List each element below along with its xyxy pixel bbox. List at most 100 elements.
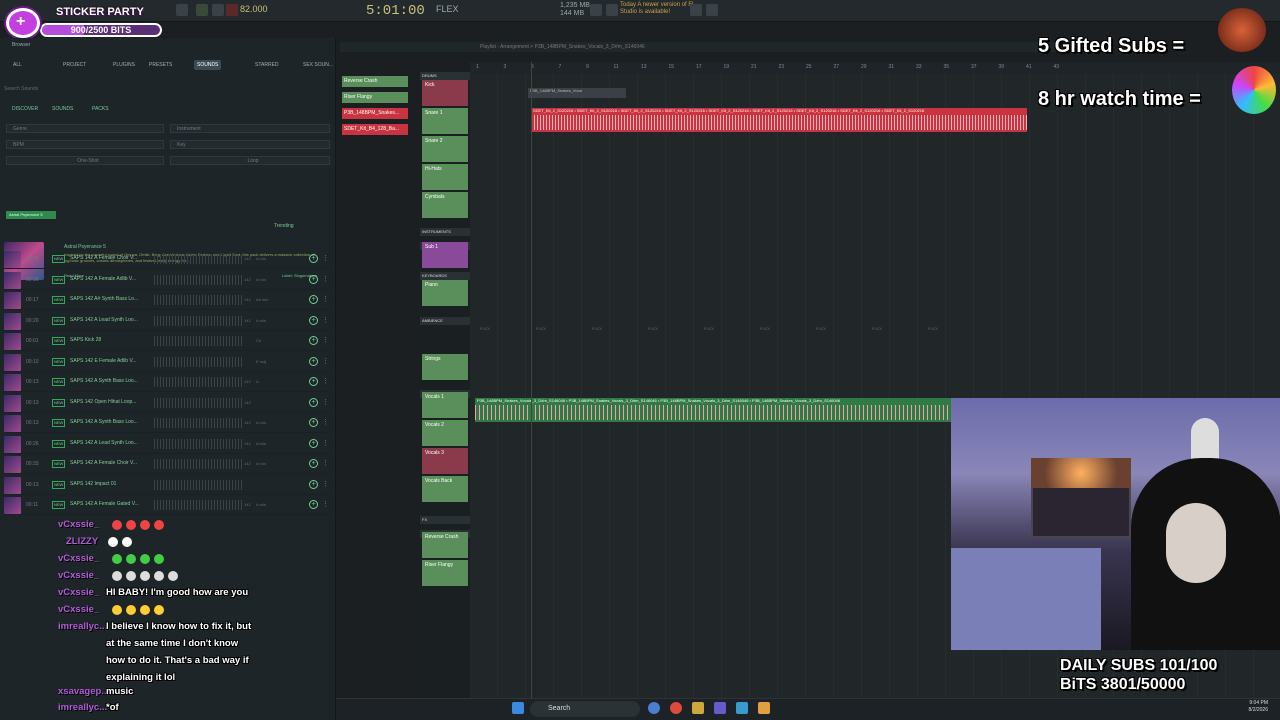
sample-name[interactable]: SAPS 142 Open Hihat Loop...	[70, 399, 136, 405]
add-sample-icon[interactable]: +	[309, 418, 318, 427]
add-sample-icon[interactable]: +	[309, 397, 318, 407]
browser-tab-plugins[interactable]: PLUGINS	[110, 60, 138, 70]
mixer-icon[interactable]	[606, 4, 618, 16]
track-cymbals[interactable]: Cymbals	[422, 192, 468, 218]
add-sample-icon[interactable]: +	[309, 356, 318, 366]
pattern-clip-small[interactable]: P3B_148BPM_Snakes_Voca	[528, 88, 626, 98]
sample-name[interactable]: SAPS 142 Impact 01	[70, 481, 116, 487]
browser-tab-sexsoun[interactable]: SEX SOUN...	[300, 60, 336, 70]
pattern-item[interactable]: P3B_148BPM_Snakes...	[342, 108, 408, 119]
sample-row[interactable]: 00:20 NEW SAPS 142 A Lead Synth Loo... 142 A…	[4, 312, 332, 331]
filter-genre[interactable]: Genre	[6, 124, 164, 133]
more-options-icon[interactable]: ⋮	[322, 439, 329, 447]
track-strings[interactable]: Strings	[422, 354, 468, 380]
browser-tab-presets[interactable]: PRESETS	[146, 60, 175, 70]
more-options-icon[interactable]: ⋮	[322, 295, 329, 303]
more-options-icon[interactable]: ⋮	[322, 480, 329, 488]
track-group-header[interactable]: INSTRUMENTS	[420, 228, 470, 236]
track-snare-1[interactable]: Snare 1	[422, 108, 468, 134]
stop-button[interactable]	[212, 4, 224, 16]
more-options-icon[interactable]: ⋮	[322, 418, 329, 426]
add-sample-icon[interactable]: +	[309, 377, 318, 386]
track-sub-1[interactable]: Sub 1	[422, 242, 468, 268]
download-icon[interactable]	[706, 4, 718, 16]
sample-waveform[interactable]	[154, 295, 244, 305]
tempo-display[interactable]: 82.000	[240, 4, 268, 14]
sample-waveform[interactable]	[154, 459, 244, 469]
pattern-song-toggle[interactable]	[176, 4, 188, 16]
sample-name[interactable]: SAPS 142 A Female Adlib V...	[70, 276, 136, 282]
track-group-header[interactable]: FX	[420, 516, 470, 524]
discord-icon[interactable]	[714, 702, 726, 714]
pattern-item[interactable]: Riser Flangy	[342, 92, 408, 103]
drum-kit-clip[interactable]: SDET_Kit_2_S120216 • SDET_Kit_2_S120216 …	[531, 108, 1027, 132]
vocal-clip[interactable]: P3B_148BPM_Snakes_Vocals_3_D#m_S146046 •…	[475, 398, 951, 422]
news-text[interactable]: Today A newer version of FL Studio is av…	[620, 2, 700, 16]
browser-tab-all[interactable]: ALL	[10, 60, 25, 70]
sample-name[interactable]: SAPS 142 A Female Choir V...	[70, 460, 137, 466]
sample-name[interactable]: SAPS 142 A Lead Synth Loo...	[70, 317, 138, 323]
trending-sort[interactable]: Trending	[274, 223, 294, 229]
more-options-icon[interactable]: ⋮	[322, 377, 329, 385]
windows-start-icon[interactable]	[512, 702, 524, 714]
pattern-item[interactable]: SDET_Kit_B4_128_Ba...	[342, 124, 408, 135]
folder-icon[interactable]	[692, 702, 704, 714]
sample-row[interactable]: 00:33 NEW SAPS 142 A Female Choir V... 142 A…	[4, 250, 332, 269]
track-hi-hats[interactable]: Hi-Hats	[422, 164, 468, 190]
sample-row[interactable]: 00:13 NEW SAPS 142 A Synth Bass Loo... 142 A…	[4, 373, 332, 392]
playhead[interactable]	[531, 62, 532, 720]
sample-waveform[interactable]	[154, 438, 244, 449]
more-options-icon[interactable]: ⋮	[322, 336, 329, 344]
add-sample-icon[interactable]: +	[309, 500, 318, 509]
sample-waveform[interactable]	[154, 500, 244, 510]
snap-selector[interactable]: FLEX	[436, 4, 459, 14]
sample-waveform[interactable]	[154, 336, 244, 346]
sample-waveform[interactable]	[154, 479, 244, 490]
add-sample-icon[interactable]: +	[309, 438, 318, 448]
sample-name[interactable]: SAPS 142 A Female Gated V...	[70, 501, 139, 507]
sample-row[interactable]: 00:13 NEW SAPS 142 Impact 01 + ⋮	[4, 476, 332, 495]
subtab-discover[interactable]: DISCOVER	[12, 106, 38, 112]
more-options-icon[interactable]: ⋮	[322, 357, 329, 365]
sample-name[interactable]: SAPS 142 A Female Choir V...	[70, 255, 137, 261]
sample-waveform[interactable]	[154, 356, 244, 367]
more-options-icon[interactable]: ⋮	[322, 275, 329, 283]
sample-row[interactable]: 00:13 NEW SAPS 142 A Synth Bass Loo... 142 A…	[4, 414, 332, 433]
track-vocals-back[interactable]: Vocals Back	[422, 476, 468, 502]
sample-waveform[interactable]	[154, 274, 244, 285]
taskbar-search[interactable]: Search	[530, 701, 640, 717]
more-options-icon[interactable]: ⋮	[322, 459, 329, 467]
track-group-header[interactable]: KEYBOARDS	[420, 272, 470, 280]
add-sample-icon[interactable]: +	[309, 295, 318, 304]
browser-tab-project[interactable]: PROJECT	[60, 60, 89, 70]
chrome-icon[interactable]	[670, 702, 682, 714]
fl-studio-icon[interactable]	[758, 702, 770, 714]
add-sample-icon[interactable]: +	[309, 459, 318, 468]
sample-name[interactable]: SAPS 142 A Synth Bass Loo...	[70, 378, 138, 384]
filter-one-shot[interactable]: One-Shot	[6, 156, 164, 165]
timeline-ruler[interactable]: 1 3 5 7 9 11 13 15 17 19 21 23 25 27 29 31 33 35 37 39 41 43	[470, 62, 1280, 74]
filter-bpm[interactable]: BPM	[6, 140, 164, 149]
sample-waveform[interactable]	[154, 377, 244, 387]
sample-row[interactable]: 00:26 NEW SAPS 142 A Lead Synth Loo... 142 A…	[4, 435, 332, 454]
sample-row[interactable]: 00:33 NEW SAPS 142 A Female Choir V... 142 A…	[4, 455, 332, 474]
track-snare-2[interactable]: Snare 2	[422, 136, 468, 162]
filter-loop[interactable]: Loop	[170, 156, 330, 165]
subtab-sounds[interactable]: SOUNDS	[52, 106, 73, 112]
add-sample-icon[interactable]: +	[309, 254, 318, 263]
sample-row[interactable]: 00:13 NEW SAPS 142 Open Hihat Loop... 142 + ⋮	[4, 394, 332, 413]
sample-name[interactable]: SAPS 142 E Female Adlib V...	[70, 358, 137, 364]
more-options-icon[interactable]: ⋮	[322, 254, 329, 262]
more-options-icon[interactable]: ⋮	[322, 500, 329, 508]
more-options-icon[interactable]: ⋮	[322, 316, 329, 324]
play-button[interactable]	[196, 4, 208, 16]
track-vocals-3[interactable]: Vocals 3	[422, 448, 468, 474]
sample-waveform[interactable]	[154, 315, 244, 326]
edge-icon[interactable]	[648, 702, 660, 714]
filter-key[interactable]: Key	[170, 140, 330, 149]
track-piano[interactable]: Piano	[422, 280, 468, 306]
browser-tab-starred[interactable]: STARRED	[252, 60, 282, 70]
sample-row[interactable]: 00:17 NEW SAPS 142 A# Synth Bass Lo... 142 A…	[4, 291, 332, 310]
pattern-item[interactable]: Reverse Crash	[342, 76, 408, 87]
undo-icon[interactable]	[590, 4, 602, 16]
